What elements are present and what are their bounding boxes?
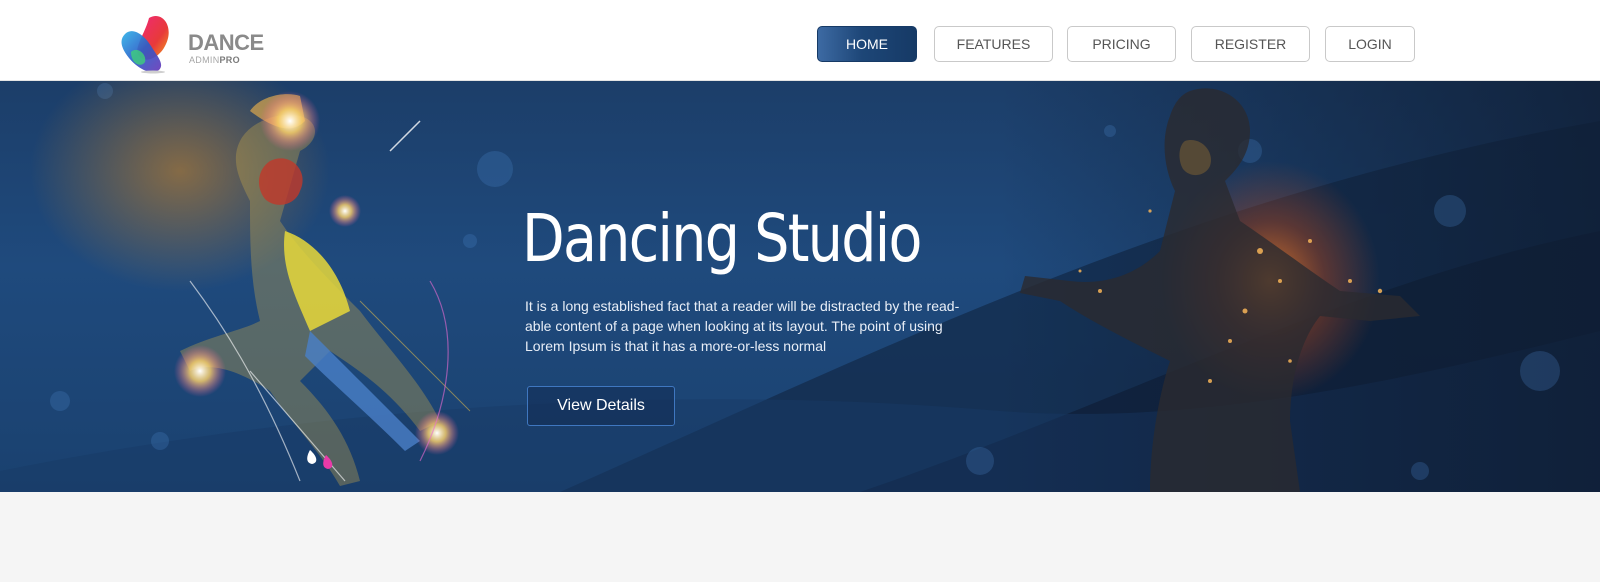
hero-background-art <box>0 81 1600 492</box>
view-details-button[interactable]: View Details <box>527 386 675 426</box>
nav-login-button[interactable]: LOGIN <box>1325 26 1415 62</box>
logo-mark-icon <box>121 16 169 74</box>
brand-logo[interactable]: DANCE ADMINPRO <box>119 12 264 74</box>
nav-features-button[interactable]: FEATURES <box>934 26 1053 62</box>
brand-sub-bold: PRO <box>219 55 240 65</box>
hero-banner: Dancing Studio It is a long established … <box>0 81 1600 492</box>
brand-name: DANCE <box>188 30 264 55</box>
content-area <box>0 492 1600 582</box>
brand-sub-light: ADMIN <box>189 55 220 65</box>
hero-description: It is a long established fact that a rea… <box>525 298 960 354</box>
top-header: DANCE ADMINPRO HOME FEATURES PRICING REG… <box>0 0 1600 81</box>
nav-home-button[interactable]: HOME <box>817 26 917 62</box>
nav-register-button[interactable]: REGISTER <box>1191 26 1310 62</box>
nav-pricing-button[interactable]: PRICING <box>1067 26 1176 62</box>
hero-title: Dancing Studio <box>522 200 922 277</box>
brand-subtitle: ADMINPRO <box>189 55 240 65</box>
